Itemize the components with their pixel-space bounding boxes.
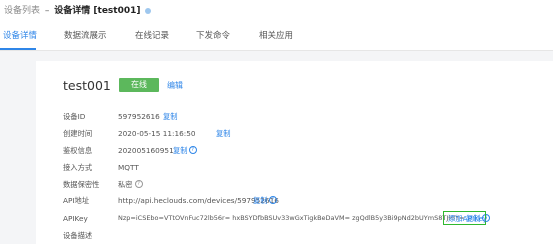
row-auth-info: 鉴权信息 202005160951 复制? [63, 146, 553, 158]
privacy-value-wrap: 私密? [118, 180, 143, 190]
device-id-label: 设备ID [63, 112, 86, 121]
device-id-value: 597952616 [118, 112, 160, 121]
add-api-key-button[interactable]: 添加APIKey [443, 211, 488, 225]
auth-info-value: 202005160951 [118, 146, 174, 155]
copy-api-address-link[interactable]: 复制? [253, 196, 277, 206]
row-description: 设备描述 [63, 231, 553, 243]
tab-send-command[interactable]: 下发命令 [196, 29, 230, 41]
protocol-label: 接入方式 [63, 163, 93, 172]
info-icon[interactable] [145, 7, 152, 14]
copy-api-address-label: 复制 [253, 196, 268, 205]
top-bar: 设备列表 – 设备详情 [test001] [0, 0, 553, 20]
tab-online-records[interactable]: 在线记录 [135, 29, 169, 41]
row-api-address: API地址 http://api.heclouds.com/devices/59… [63, 196, 553, 208]
row-protocol: 接入方式 MQTT [63, 163, 553, 175]
help-icon[interactable]: ? [268, 196, 277, 204]
created-time-label: 创建时间 [63, 129, 93, 138]
row-privacy: 数据保密性 私密? [63, 180, 553, 192]
device-name: test001 [63, 78, 111, 93]
privacy-label: 数据保密性 [63, 180, 100, 189]
tab-device-details[interactable]: 设备详情 [3, 29, 37, 41]
api-address-label: API地址 [63, 196, 90, 205]
protocol-value: MQTT [118, 163, 139, 172]
help-icon[interactable]: ? [134, 180, 143, 188]
auth-info-label: 鉴权信息 [63, 146, 93, 155]
help-icon[interactable]: ? [188, 146, 197, 154]
created-time-value: 2020-05-15 11:16:50 [118, 129, 196, 138]
tab-bar: 设备详情 数据流展示 在线记录 下发命令 相关应用 [0, 20, 553, 51]
edit-link[interactable]: 编辑 [167, 80, 183, 91]
active-tab-indicator [0, 48, 36, 50]
copy-auth-info-link[interactable]: 复制? [173, 146, 197, 156]
row-created-time: 创建时间 2020-05-15 11:16:50 复制 [63, 129, 553, 141]
privacy-value: 私密 [118, 180, 133, 189]
copy-auth-info-label: 复制 [173, 146, 188, 155]
tab-related-apps[interactable]: 相关应用 [259, 29, 293, 41]
api-key-label: APIKey [63, 214, 88, 223]
status-badge: 在线 [119, 78, 159, 92]
description-label: 设备描述 [63, 231, 93, 240]
breadcrumb-separator: – [44, 6, 50, 16]
add-api-key-label: 添加APIKey [448, 214, 488, 223]
breadcrumb-current: 设备详情 [test001] [54, 6, 141, 16]
breadcrumb-parent-link[interactable]: 设备列表 [4, 6, 40, 16]
copy-created-time-link[interactable]: 复制 [216, 129, 231, 139]
tab-datastream[interactable]: 数据流展示 [64, 29, 107, 41]
api-key-value: Nzp=iCSEbo=VTtOVnFuc72lb56r= hxBSYDfbBSU… [118, 214, 465, 222]
breadcrumb: 设备列表 – 设备详情 [test001] [4, 3, 152, 16]
copy-device-id-link[interactable]: 复制 [163, 112, 178, 122]
row-device-id: 设备ID 597952616 复制 [63, 112, 553, 124]
